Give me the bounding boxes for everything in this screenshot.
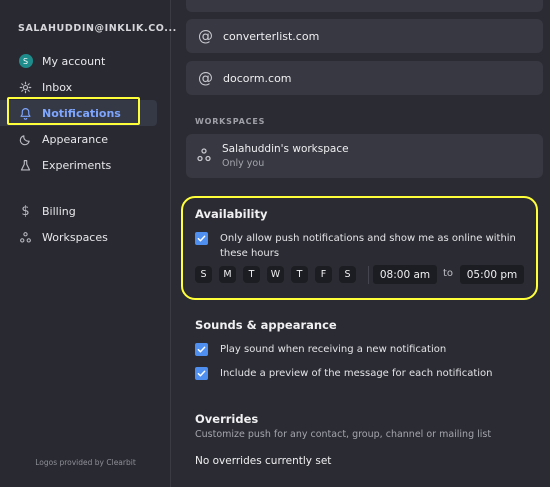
sidebar-item-billing[interactable]: $ Billing <box>0 198 170 224</box>
gear-icon <box>18 80 33 95</box>
sidebar-item-label: Billing <box>42 204 76 218</box>
settings-nav: S My account Inbox Notifications Appeara… <box>0 48 170 250</box>
divider <box>368 266 369 284</box>
bell-icon <box>18 106 33 121</box>
play-sound-label: Play sound when receiving a new notifica… <box>220 344 447 355</box>
weekday-selector: S M T W T F S <box>195 266 363 283</box>
preview-checkbox[interactable] <box>195 367 208 380</box>
check-icon <box>197 235 206 242</box>
overrides-empty-state: No overrides currently set <box>195 455 332 467</box>
availability-heading: Availability <box>195 207 268 221</box>
sidebar-item-experiments[interactable]: Experiments <box>0 152 170 178</box>
day-toggle-thursday[interactable]: T <box>291 266 308 283</box>
check-icon <box>197 346 206 353</box>
start-time-select[interactable]: 08:00 am <box>373 265 437 284</box>
sidebar-item-inbox[interactable]: Inbox <box>0 74 170 100</box>
account-email: SALAHUDDIN@INKLIK.CO... <box>18 23 177 34</box>
day-toggle-friday[interactable]: F <box>315 266 332 283</box>
play-sound-checkbox[interactable] <box>195 343 208 356</box>
sounds-heading: Sounds & appearance <box>195 318 337 332</box>
flask-icon <box>18 158 33 173</box>
sidebar-item-label: Notifications <box>42 106 121 120</box>
settings-sidebar: SALAHUDDIN@INKLIK.CO... S My account Inb… <box>0 0 176 487</box>
overrides-description: Customize push for any contact, group, c… <box>195 429 492 440</box>
sidebar-item-label: Workspaces <box>42 230 108 244</box>
availability-checkbox-label: Only allow push notifications and show m… <box>220 231 516 261</box>
workspaces-icon <box>18 230 33 245</box>
avatar: S <box>18 54 33 69</box>
workspace-name: Salahuddin's workspace <box>222 143 349 155</box>
domain-name: converterlist.com <box>223 29 320 43</box>
sidebar-item-label: Experiments <box>42 158 112 172</box>
check-icon <box>197 370 206 377</box>
domain-card-cropped <box>186 0 543 12</box>
workspace-members: Only you <box>222 158 265 169</box>
availability-checkbox[interactable] <box>195 232 208 245</box>
domain-card[interactable]: @ docorm.com <box>186 61 543 95</box>
overrides-heading: Overrides <box>195 412 259 426</box>
day-toggle-sunday[interactable]: S <box>195 266 212 283</box>
preview-label: Include a preview of the message for eac… <box>220 368 493 379</box>
end-time-select[interactable]: 05:00 pm <box>460 265 524 284</box>
workspaces-section-label: WORKSPACES <box>195 117 266 126</box>
workspaces-icon <box>196 147 212 167</box>
sidebar-item-my-account[interactable]: S My account <box>0 48 170 74</box>
sidebar-item-label: Inbox <box>42 80 73 94</box>
to-label: to <box>443 268 454 279</box>
at-icon: @ <box>198 26 213 45</box>
sidebar-item-label: My account <box>42 54 106 68</box>
sidebar-item-workspaces[interactable]: Workspaces <box>0 224 170 250</box>
day-toggle-saturday[interactable]: S <box>339 266 356 283</box>
domain-name: docorm.com <box>223 71 292 85</box>
notifications-panel: @ converterlist.com @ docorm.com WORKSPA… <box>186 0 550 487</box>
clearbit-credit: Logos provided by Clearbit <box>35 458 136 467</box>
moon-icon <box>18 132 33 147</box>
sidebar-item-label: Appearance <box>42 132 109 146</box>
day-toggle-tuesday[interactable]: T <box>243 266 260 283</box>
workspace-card[interactable]: Salahuddin's workspace Only you <box>186 134 543 178</box>
day-toggle-monday[interactable]: M <box>219 266 236 283</box>
sidebar-item-notifications[interactable]: Notifications <box>0 100 157 126</box>
avatar-letter: S <box>18 54 33 68</box>
availability-label-line2: these hours <box>220 248 280 259</box>
sidebar-item-appearance[interactable]: Appearance <box>0 126 170 152</box>
domain-card[interactable]: @ converterlist.com <box>186 19 543 53</box>
day-toggle-wednesday[interactable]: W <box>267 266 284 283</box>
at-icon: @ <box>198 68 213 87</box>
dollar-icon: $ <box>21 203 30 219</box>
availability-label-line1: Only allow push notifications and show m… <box>220 233 516 244</box>
